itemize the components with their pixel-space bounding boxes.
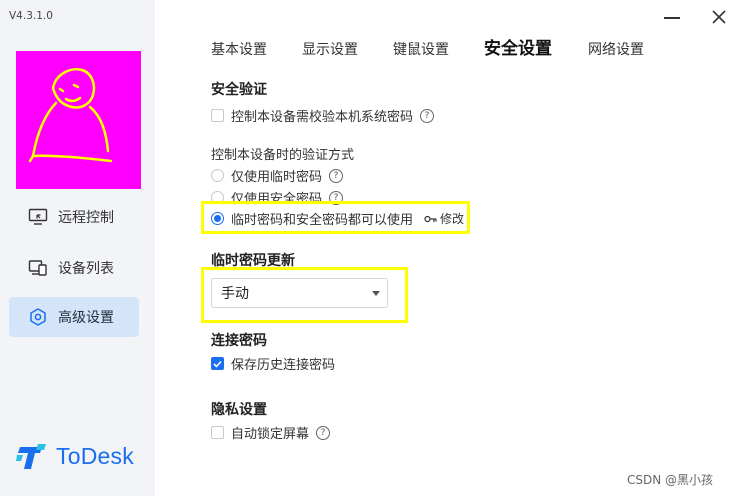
save-history-checkbox[interactable] bbox=[211, 357, 224, 370]
sidebar-item-label: 远程控制 bbox=[58, 210, 114, 226]
sidebar-item-advanced-settings[interactable]: 高级设置 bbox=[9, 297, 139, 337]
sidebar-item-remote-control[interactable]: 远程控制 bbox=[9, 197, 139, 237]
option-label: 控制本设备需校验本机系统密码 bbox=[231, 110, 414, 125]
tab-basic[interactable]: 基本设置 bbox=[211, 39, 267, 59]
tab-network[interactable]: 网络设置 bbox=[588, 39, 644, 59]
minimize-button[interactable] bbox=[664, 17, 680, 19]
auto-lock-option[interactable]: 自动锁定屏幕 ? bbox=[211, 423, 331, 442]
brand-logo: ToDesk bbox=[16, 441, 134, 471]
tab-security[interactable]: 安全设置 bbox=[484, 34, 552, 59]
hex-gear-icon bbox=[27, 306, 49, 328]
help-icon[interactable]: ? bbox=[316, 425, 331, 440]
method-temp-only-radio[interactable] bbox=[211, 169, 224, 182]
save-history-option[interactable]: 保存历史连接密码 bbox=[211, 354, 335, 373]
settings-tabs: 基本设置 显示设置 键鼠设置 安全设置 网络设置 bbox=[211, 34, 679, 59]
verify-system-password-checkbox[interactable] bbox=[211, 109, 224, 122]
device-list-icon bbox=[27, 257, 49, 279]
close-button[interactable] bbox=[711, 9, 727, 25]
remote-control-icon bbox=[27, 206, 49, 228]
option-label: 仅使用临时密码 bbox=[231, 170, 323, 185]
method-temp-only-option[interactable]: 仅使用临时密码 ? bbox=[211, 166, 344, 185]
auto-lock-checkbox[interactable] bbox=[211, 426, 224, 439]
brand-name: ToDesk bbox=[56, 442, 134, 469]
watermark: CSDN @黑小孩 bbox=[627, 473, 714, 487]
sidebar: V4.3.1.0 远程控制 设备列表 高级设置 ToDesk bbox=[0, 0, 155, 496]
tab-display[interactable]: 显示设置 bbox=[302, 39, 358, 59]
version-label: V4.3.1.0 bbox=[9, 10, 53, 22]
option-label: 保存历史连接密码 bbox=[231, 358, 336, 373]
close-icon bbox=[712, 10, 726, 24]
avatar bbox=[16, 51, 141, 189]
todesk-logo-icon bbox=[16, 444, 46, 469]
verify-system-password-option[interactable]: 控制本设备需校验本机系统密码 ? bbox=[211, 106, 435, 125]
privacy-title: 隐私设置 bbox=[211, 402, 267, 418]
highlight-box-temp-password bbox=[201, 267, 408, 323]
sidebar-item-label: 高级设置 bbox=[58, 310, 114, 326]
help-icon[interactable]: ? bbox=[420, 108, 435, 123]
avatar-doodle bbox=[28, 68, 113, 163]
connection-password-title: 连接密码 bbox=[211, 333, 267, 349]
help-icon[interactable]: ? bbox=[329, 168, 344, 183]
option-label: 自动锁定屏幕 bbox=[231, 427, 310, 442]
verify-method-title: 控制本设备时的验证方式 bbox=[211, 148, 355, 163]
check-icon bbox=[213, 360, 222, 368]
highlight-box-verify-method bbox=[201, 201, 470, 234]
sidebar-item-device-list[interactable]: 设备列表 bbox=[9, 248, 139, 288]
sidebar-item-label: 设备列表 bbox=[58, 261, 114, 277]
security-section-title: 安全验证 bbox=[211, 82, 267, 98]
tab-keyboard-mouse[interactable]: 键鼠设置 bbox=[393, 39, 449, 59]
